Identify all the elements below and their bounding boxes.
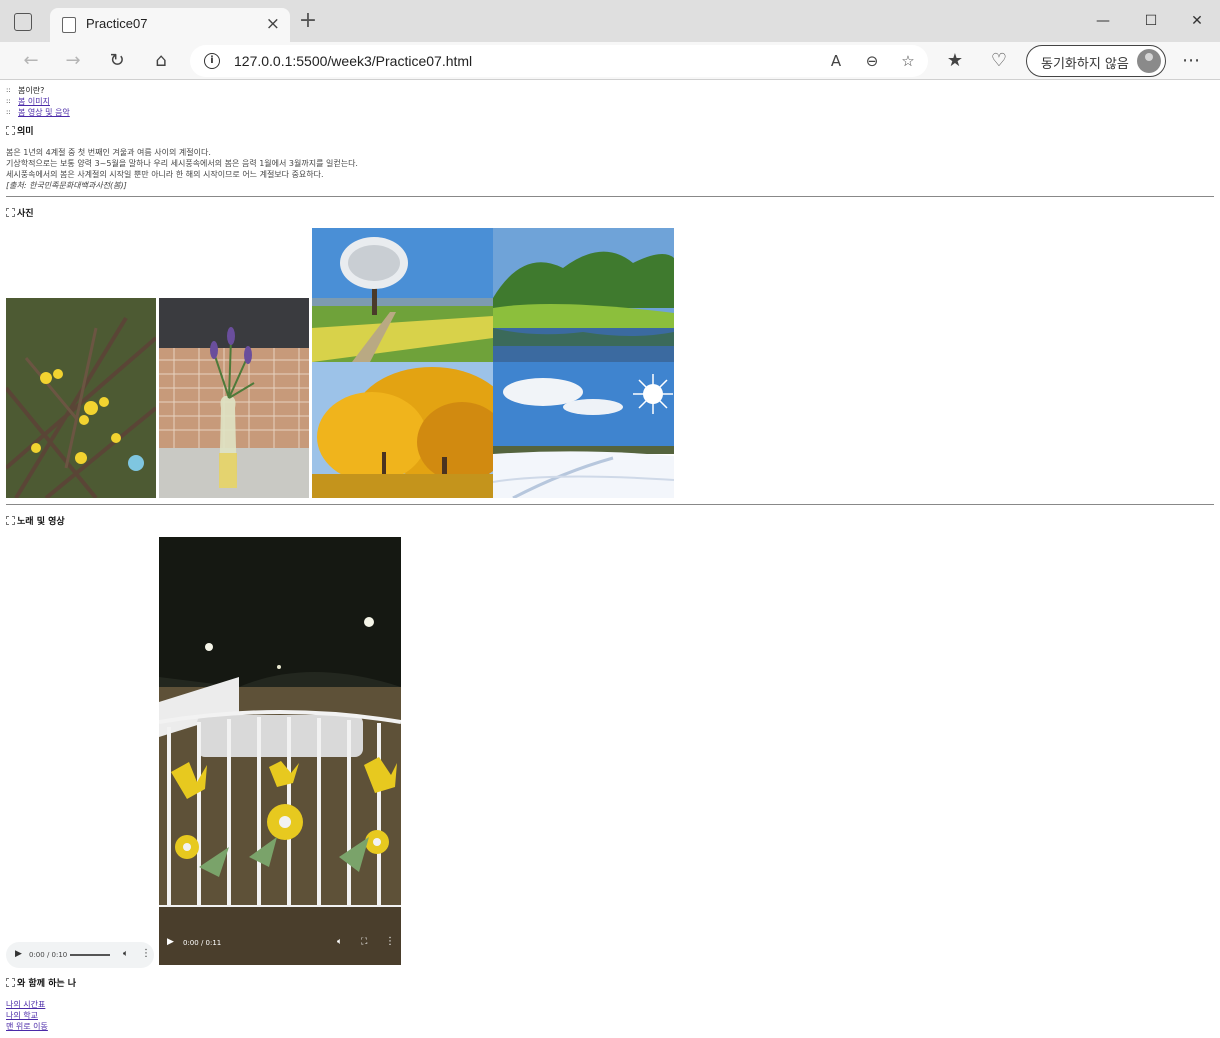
volume-icon[interactable]: 🔈︎: [123, 949, 128, 960]
nav-item-images: :: 봄 이미지: [6, 96, 70, 107]
section-heading-media: 노래 및 영상: [6, 516, 65, 528]
link-back-to-top[interactable]: 맨 위로 이동: [6, 1021, 48, 1032]
back-arrow-icon[interactable]: ←: [20, 50, 42, 72]
spring-tree-field-photo: [312, 228, 493, 362]
bullet-icon: ::: [6, 86, 11, 94]
browser-essentials-icon[interactable]: ♡: [988, 50, 1010, 72]
broken-image-icon: [6, 208, 15, 217]
meaning-line: 세시풍속에서의 봄은 사계절의 시작일 뿐만 아니라 한 해의 시작이므로 어느…: [6, 170, 324, 179]
more-options-icon[interactable]: ⋮: [385, 936, 395, 947]
tab-actions-icon[interactable]: [14, 13, 32, 31]
more-options-icon[interactable]: ⋮: [141, 948, 151, 959]
meaning-paragraph: 봄은 1년의 4계절 중 첫 번째인 겨울과 여름 사이의 계절이다. 기상학적…: [6, 147, 358, 191]
minimize-button[interactable]: —: [1088, 10, 1118, 32]
section-heading-together: 와 함께 하는 나: [6, 978, 76, 990]
info-icon[interactable]: i: [204, 53, 220, 69]
broken-image-icon: [6, 978, 15, 987]
autumn-trees-photo: [312, 362, 493, 498]
nav-item-label: 봄이란?: [18, 86, 45, 95]
nav-item-spring: :: 봄이란?: [6, 85, 70, 96]
lavender-vase-photo: [159, 298, 309, 498]
zoom-out-icon[interactable]: ⊖: [862, 51, 882, 71]
bullet-icon: ::: [6, 108, 11, 116]
broken-image-icon: [6, 126, 15, 135]
meaning-line: 봄은 1년의 4계절 중 첫 번째인 겨울과 여름 사이의 계절이다.: [6, 148, 211, 157]
footer-links: 나의 시간표 나의 학교 맨 위로 이동: [6, 999, 48, 1032]
favorites-icon[interactable]: ★: [944, 50, 966, 72]
broken-image-icon: [6, 516, 15, 525]
play-icon[interactable]: ▶: [15, 949, 22, 960]
add-favorite-icon[interactable]: ☆: [898, 51, 918, 71]
divider: [6, 504, 1214, 505]
summer-lake-photo: [493, 228, 674, 362]
address-bar[interactable]: i 127.0.0.1:5500/week3/Practice07.html A…: [190, 45, 928, 77]
forsythia-branch-photo: [6, 298, 156, 498]
nav-link-images[interactable]: 봄 이미지: [18, 97, 50, 106]
tab-practice07[interactable]: Practice07 ×: [50, 8, 290, 42]
browser-toolbar: ← → ↻ ⌂ i 127.0.0.1:5500/week3/Practice0…: [0, 42, 1220, 80]
page-nav: :: 봄이란? :: 봄 이미지 :: 봄 영상 및 음악: [6, 85, 70, 118]
fullscreen-icon[interactable]: ⛶: [361, 937, 367, 948]
home-icon[interactable]: ⌂: [150, 50, 172, 72]
section-heading-meaning: 의미: [6, 126, 34, 138]
link-my-timetable[interactable]: 나의 시간표: [6, 999, 48, 1010]
winter-snow-photo: [493, 362, 674, 498]
page-favicon-icon: [62, 17, 76, 33]
nav-link-media[interactable]: 봄 영상 및 음악: [18, 108, 70, 117]
tab-close-icon[interactable]: ×: [266, 14, 280, 34]
page-content: :: 봄이란? :: 봄 이미지 :: 봄 영상 및 음악 의미 봄은 1년의 …: [0, 81, 1220, 1038]
url-text[interactable]: 127.0.0.1:5500/week3/Practice07.html: [234, 53, 472, 69]
volume-icon[interactable]: 🔈︎: [337, 937, 342, 948]
source-citation: [출처: 한국민족문화대백과사전(봄)]: [6, 181, 127, 190]
audio-progress-bar[interactable]: [70, 954, 110, 956]
section-heading-photos: 사진: [6, 208, 34, 220]
maximize-button[interactable]: ☐: [1136, 10, 1166, 32]
video-player[interactable]: ▶ 0:00 / 0:11 🔈︎ ⛶ ⋮: [159, 537, 401, 965]
more-icon[interactable]: ⋯: [1180, 50, 1202, 72]
avatar: [1137, 49, 1161, 73]
play-icon[interactable]: ▶: [167, 937, 174, 948]
forward-arrow-icon[interactable]: →: [62, 50, 84, 72]
divider: [6, 196, 1214, 197]
tab-bar: Practice07 × + — ☐ ✕: [0, 0, 1220, 42]
bullet-icon: ::: [6, 97, 11, 105]
tab-title: Practice07: [86, 16, 148, 31]
read-aloud-icon[interactable]: A: [826, 51, 846, 71]
new-tab-button[interactable]: +: [296, 10, 320, 34]
video-time: 0:00 / 0:11: [183, 939, 222, 947]
audio-player[interactable]: ▶ 0:00 / 0:10 🔈︎ ⋮: [6, 942, 154, 968]
video-controls: ▶ 0:00 / 0:11 🔈︎ ⛶ ⋮: [159, 933, 401, 953]
link-my-school[interactable]: 나의 학교: [6, 1010, 48, 1021]
profile-label: 동기화하지 않음: [1041, 57, 1129, 72]
nav-item-media: :: 봄 영상 및 음악: [6, 107, 70, 118]
profile-button[interactable]: 동기화하지 않음: [1026, 45, 1166, 77]
meaning-line: 기상학적으로는 보통 양력 3~5월을 말하나 우리 세시풍속에서의 봄은 음력…: [6, 159, 358, 168]
audio-time: 0:00 / 0:10: [29, 951, 68, 959]
close-window-button[interactable]: ✕: [1182, 10, 1212, 32]
refresh-icon[interactable]: ↻: [106, 50, 128, 72]
